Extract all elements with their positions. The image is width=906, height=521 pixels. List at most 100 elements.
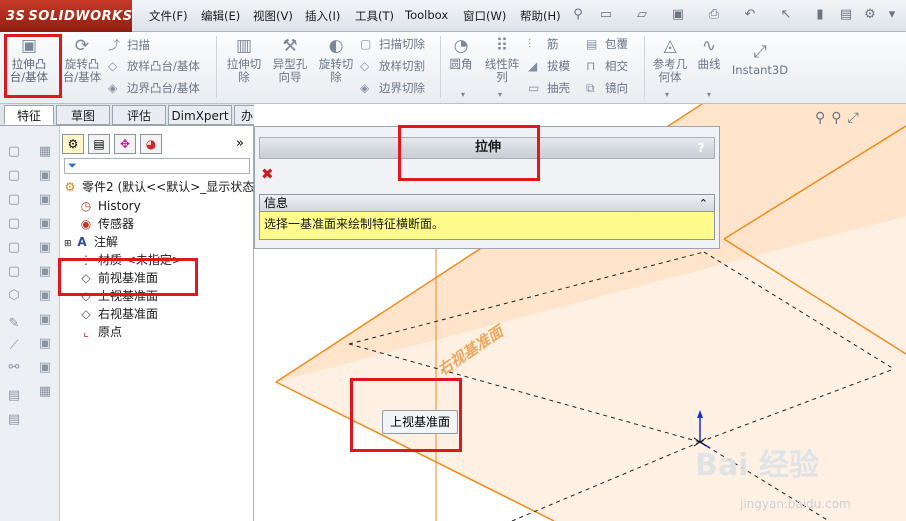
loft-boss-button[interactable]: ◇ 放样凸台/基体 bbox=[108, 58, 200, 74]
view-iso-icon[interactable]: ⬡ bbox=[5, 288, 23, 304]
menu-file[interactable]: 文件(F) bbox=[149, 8, 188, 24]
options-icon[interactable]: ⚙ bbox=[862, 6, 878, 24]
fillet-icon: ◔ bbox=[453, 36, 469, 56]
wrap-button[interactable]: ▤ 包覆 bbox=[586, 36, 628, 52]
view-back-icon[interactable]: ▢ bbox=[5, 168, 23, 184]
view-left-icon[interactable]: ▢ bbox=[5, 192, 23, 208]
lofted-cut-button[interactable]: ◇ 放样切割 bbox=[360, 58, 425, 74]
solidworks-logo[interactable]: 3S SOLIDWORKS bbox=[0, 0, 132, 32]
instant3d-label: Instant3D bbox=[731, 63, 789, 77]
undo-icon[interactable]: ↶ bbox=[742, 6, 758, 24]
config-tab-icon[interactable]: ✥ bbox=[114, 134, 136, 154]
relation-icon[interactable]: ⚯ bbox=[5, 360, 23, 376]
info-text: 选择一基准面来绘制特征横断面。 bbox=[264, 217, 445, 231]
tool-g-icon[interactable]: ▣ bbox=[36, 312, 54, 328]
tab-sketch[interactable]: 草图 bbox=[56, 105, 110, 125]
rib-button[interactable]: ⫶ 筋 bbox=[528, 36, 559, 52]
menu-edit[interactable]: 编辑(E) bbox=[201, 8, 240, 24]
more-options-icon[interactable]: ▾ bbox=[884, 6, 900, 24]
shell-button[interactable]: ▭ 抽壳 bbox=[528, 80, 570, 96]
sweep-button[interactable]: ⤴ 扫描 bbox=[108, 36, 150, 53]
tool-i-icon[interactable]: ▣ bbox=[36, 360, 54, 376]
save-icon[interactable]: ▣ bbox=[670, 6, 686, 24]
curves-button[interactable]: ∿ 曲线 bbox=[694, 36, 724, 71]
tree-item-right-plane[interactable]: ◇ 右视基准面 bbox=[78, 305, 158, 323]
zoom-fit-icon[interactable]: ⚲ bbox=[815, 110, 831, 126]
menu-view[interactable]: 视图(V) bbox=[253, 8, 293, 24]
reference-geometry-label: 参考几 何体 bbox=[652, 57, 688, 84]
file-properties-icon[interactable]: ▤ bbox=[838, 6, 854, 24]
fillet-button[interactable]: ◔ 圆角 bbox=[444, 36, 478, 71]
display-tab-icon[interactable]: ◕ bbox=[140, 134, 162, 154]
collapse-icon[interactable]: ⌃ bbox=[699, 195, 708, 212]
zoom-area-icon[interactable]: ⚲ bbox=[831, 110, 847, 126]
refgeo-dropdown-arrow[interactable]: ▾ bbox=[665, 90, 669, 99]
smart-dim-icon[interactable]: ⟋ bbox=[5, 338, 23, 354]
print-icon[interactable]: ⎙ bbox=[706, 6, 722, 24]
help-icon[interactable]: ? bbox=[694, 139, 708, 157]
hole-wizard-button[interactable]: ⚒ 异型孔 向导 bbox=[268, 36, 312, 84]
swept-cut-button[interactable]: ▢ 扫描切除 bbox=[360, 36, 425, 52]
tool-d-icon[interactable]: ▣ bbox=[36, 240, 54, 256]
select-icon[interactable]: ↖ bbox=[778, 6, 794, 24]
info-header[interactable]: 信息 ⌃ bbox=[260, 195, 714, 212]
tab-dimxpert[interactable]: DimXpert bbox=[168, 105, 232, 125]
menu-help[interactable]: 帮助(H) bbox=[520, 8, 561, 24]
revolve-cut-button[interactable]: ◐ 旋转切 除 bbox=[314, 36, 358, 84]
tool-c-icon[interactable]: ▣ bbox=[36, 216, 54, 232]
expand-arrows-icon[interactable]: » bbox=[236, 136, 244, 151]
table-icon[interactable]: ▦ bbox=[36, 144, 54, 160]
tree-item-history[interactable]: ◷ History bbox=[78, 197, 141, 215]
pin-icon[interactable]: ⚲ bbox=[570, 6, 586, 24]
view-top-icon[interactable]: ▢ bbox=[5, 240, 23, 256]
tree-filter[interactable]: ⏷ bbox=[64, 158, 250, 174]
tool-j-icon[interactable]: ▦ bbox=[36, 384, 54, 400]
menu-window[interactable]: 窗口(W) bbox=[463, 8, 506, 24]
new-document-icon[interactable]: ▭ bbox=[598, 6, 614, 24]
previous-view-icon[interactable]: ⤢ bbox=[848, 110, 865, 126]
instant3d-button[interactable]: ⤢ Instant3D bbox=[730, 42, 790, 77]
menu-toolbox[interactable]: Toolbox bbox=[405, 8, 448, 22]
boundary-boss-button[interactable]: ◈ 边界凸台/基体 bbox=[108, 80, 200, 96]
curves-dropdown-arrow[interactable]: ▾ bbox=[707, 90, 711, 99]
layer2-icon[interactable]: ▤ bbox=[5, 412, 23, 428]
reference-geometry-button[interactable]: ◬ 参考几 何体 bbox=[648, 36, 692, 84]
curves-icon: ∿ bbox=[701, 36, 717, 56]
linear-pattern-button[interactable]: ⠿ 线性阵 列 bbox=[480, 36, 524, 84]
sketch-tool-icon[interactable]: ✎ bbox=[5, 316, 23, 332]
menu-tools[interactable]: 工具(T) bbox=[355, 8, 394, 24]
open-icon[interactable]: ▱ bbox=[634, 6, 650, 24]
cancel-icon[interactable]: ✖ bbox=[261, 165, 274, 183]
extrude-cut-button[interactable]: ▥ 拉伸切 除 bbox=[222, 36, 266, 84]
view-right-icon[interactable]: ▢ bbox=[5, 216, 23, 232]
tool-b-icon[interactable]: ▣ bbox=[36, 192, 54, 208]
tab-evaluate[interactable]: 评估 bbox=[112, 105, 166, 125]
layer-icon[interactable]: ▤ bbox=[5, 388, 23, 404]
expand-plus-icon[interactable]: ⊞ bbox=[64, 235, 74, 253]
baidu-watermark: Bai 经验 bbox=[695, 448, 819, 483]
draft-button[interactable]: ◢ 拔模 bbox=[528, 58, 570, 74]
tree-root[interactable]: ⚙ 零件2 (默认<<默认>_显示状态 bbox=[62, 178, 255, 196]
feature-tree-tab-icon[interactable]: ⚙ bbox=[62, 134, 84, 154]
menu-insert[interactable]: 插入(I) bbox=[305, 8, 340, 24]
property-tab-icon[interactable]: ▤ bbox=[88, 134, 110, 154]
intersect-button[interactable]: ⊓ 相交 bbox=[586, 58, 628, 74]
tab-features[interactable]: 特征 bbox=[4, 105, 54, 125]
rib-icon: ⫶ bbox=[528, 37, 532, 51]
mirror-button[interactable]: ⧉ 镜向 bbox=[586, 80, 628, 96]
tool-a-icon[interactable]: ▣ bbox=[36, 168, 54, 184]
tool-e-icon[interactable]: ▣ bbox=[36, 264, 54, 280]
view-front-icon[interactable]: ▢ bbox=[5, 144, 23, 160]
boundary-cut-button[interactable]: ◈ 边界切除 bbox=[360, 80, 425, 96]
tool-h-icon[interactable]: ▣ bbox=[36, 336, 54, 352]
fillet-dropdown-arrow[interactable]: ▾ bbox=[461, 90, 465, 99]
tree-item-annotations[interactable]: ⊞ A 注解 bbox=[64, 233, 118, 251]
view-bottom-icon[interactable]: ▢ bbox=[5, 264, 23, 280]
pattern-dropdown-arrow[interactable]: ▾ bbox=[498, 90, 502, 99]
tree-item-sensors[interactable]: ◉ 传感器 bbox=[78, 215, 134, 233]
rebuild-icon[interactable]: ▮ bbox=[812, 6, 828, 24]
tool-f-icon[interactable]: ▣ bbox=[36, 288, 54, 304]
tree-item-origin[interactable]: ⌞ 原点 bbox=[78, 323, 122, 341]
swept-cut-icon: ▢ bbox=[360, 37, 372, 51]
revolve-boss-button[interactable]: ⟳ 旋转凸 台/基体 bbox=[58, 36, 106, 84]
